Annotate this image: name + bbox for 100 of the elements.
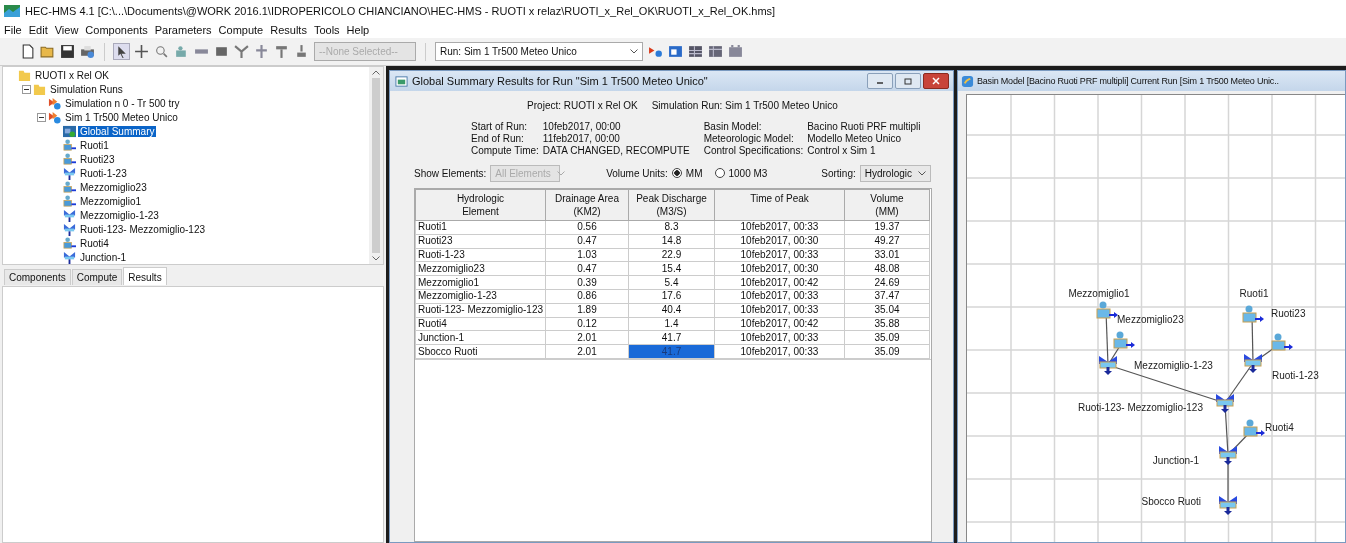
table-cell: 10feb2017, 00:30 (714, 261, 845, 276)
scroll-down-icon[interactable] (372, 256, 380, 261)
tab[interactable]: Compute (71, 269, 123, 285)
subbasin-icon[interactable] (1242, 305, 1264, 323)
tree-item[interactable]: Mezzomiglio23 (78, 181, 149, 193)
radio-label[interactable]: MM (685, 167, 703, 179)
table-cell: 35.09 (844, 330, 930, 345)
tree-item[interactable]: Mezzomiglio1 (78, 195, 144, 207)
info-value: DATA CHANGED, RECOMPUTE (542, 145, 690, 156)
scroll-up-icon[interactable] (372, 70, 380, 75)
tree-item[interactable]: Ruoti-1-23 (78, 167, 129, 179)
menu-item[interactable]: Tools (313, 23, 340, 36)
table-cell: 10feb2017, 00:33 (714, 289, 845, 304)
column-header[interactable]: Volume (MM) (844, 189, 930, 221)
tree-item[interactable]: Global Summary (78, 125, 157, 137)
node-label: Junction-1 (1152, 455, 1199, 466)
menu-item[interactable]: File (4, 23, 22, 36)
column-header[interactable]: Time of Peak (714, 189, 845, 221)
info-value: 11feb2017, 00:00 (542, 133, 621, 144)
tree-item[interactable]: Simulation n 0 - Tr 500 try (63, 97, 182, 109)
tree-item[interactable]: Ruoti-123- Mezzomiglio-123 (78, 223, 208, 235)
radio-label[interactable]: 1000 M3 (728, 167, 768, 179)
table-cell: 1.4 (628, 317, 715, 331)
table-cell: 2.01 (545, 344, 629, 359)
subbasin-icon[interactable] (1096, 301, 1118, 319)
run-dropdown[interactable]: Run: Sim 1 Tr500 Meteo Unico (435, 42, 643, 61)
source-icon[interactable] (274, 44, 289, 59)
menu-item[interactable]: Compute (218, 23, 264, 36)
junction-icon[interactable] (1216, 394, 1234, 413)
info-value: 10feb2017, 00:00 (542, 121, 622, 132)
pointer-icon[interactable] (114, 44, 129, 59)
caret-icon (556, 170, 565, 176)
junction-icon[interactable] (1244, 354, 1262, 373)
sorting-label: Sorting: (821, 167, 856, 179)
tree-item[interactable]: Mezzomiglio-1-23 (78, 209, 161, 221)
tree-item[interactable]: RUOTI x Rel OK (33, 69, 111, 81)
tree-item[interactable]: Ruoti1 (78, 139, 111, 151)
sorting-dropdown[interactable]: Hydrologic (859, 164, 931, 182)
subbasin-icon[interactable] (1243, 419, 1265, 437)
grid-icon[interactable] (728, 44, 743, 59)
table-cell: 10feb2017, 00:33 (714, 303, 845, 318)
column-header[interactable]: Hydrologic Element (415, 189, 546, 221)
subbasin-icon[interactable] (1113, 331, 1135, 349)
diversion-icon[interactable] (254, 44, 269, 59)
menu-item[interactable]: Parameters (154, 23, 212, 36)
table-icon[interactable] (688, 44, 703, 59)
junction-icon (63, 250, 76, 264)
table-cell: Mezzomiglio23 (415, 261, 546, 276)
menu-item[interactable]: Components (85, 23, 148, 36)
show-elements-label: Show Elements: (414, 167, 487, 179)
menu-item[interactable]: Results (270, 23, 307, 36)
node-label: Ruoti4 (1265, 422, 1294, 433)
info-label: Meteorologic Model: (703, 133, 795, 144)
tree-item[interactable]: Simulation Runs (48, 83, 125, 95)
junction-icon[interactable] (1219, 496, 1237, 515)
menu-item[interactable]: Edit (28, 23, 48, 36)
radio-button[interactable] (671, 168, 682, 178)
table-cell: 0.47 (545, 234, 629, 249)
tree-item[interactable]: Sim 1 Tr500 Meteo Unico (63, 111, 180, 123)
column-header[interactable]: Peak Discharge (M3/S) (628, 189, 715, 221)
tree-item[interactable]: Junction-1 (78, 251, 129, 263)
tree-item[interactable]: Ruoti23 (78, 153, 117, 165)
table-cell: 0.47 (545, 261, 629, 276)
save-icon[interactable] (60, 44, 75, 59)
collapse-toggle-icon[interactable] (37, 112, 46, 122)
subbasin-icon[interactable] (1271, 333, 1293, 351)
collapse-toggle-icon[interactable] (22, 84, 31, 94)
tab[interactable]: Results (123, 267, 167, 285)
new-file-icon[interactable] (20, 44, 35, 59)
restore-icon (903, 77, 913, 85)
minimize-button[interactable] (867, 73, 893, 89)
app-icon (4, 4, 20, 17)
table-cell: 14.8 (628, 234, 715, 249)
sink-icon[interactable] (294, 44, 309, 59)
print-icon[interactable] (80, 44, 95, 59)
scrollbar[interactable] (369, 67, 383, 264)
radio-button[interactable] (714, 168, 725, 178)
table-cell: 33.01 (844, 248, 930, 262)
tree-item[interactable]: Ruoti4 (78, 237, 111, 249)
info-label: Start of Run: (471, 121, 529, 132)
close-button[interactable] (923, 73, 949, 89)
column-header[interactable]: Drainage Area (KM2) (545, 189, 629, 221)
junction-icon[interactable] (1219, 446, 1237, 465)
reservoir-icon[interactable] (214, 44, 229, 59)
junction-icon[interactable] (1099, 356, 1117, 375)
move-icon[interactable] (134, 44, 149, 59)
tab[interactable]: Components (4, 269, 71, 285)
open-folder-icon[interactable] (40, 44, 55, 59)
info-value: Modello Meteo Unico (807, 133, 903, 144)
compute-icon[interactable] (648, 44, 663, 59)
info-value: Control x Sim 1 (807, 145, 877, 156)
junction-icon (63, 222, 76, 236)
table-cell: 24.69 (844, 275, 930, 290)
menu-item[interactable]: View (54, 23, 79, 36)
zoom-icon[interactable] (154, 44, 169, 59)
results-icon[interactable] (668, 44, 683, 59)
table-cell: 35.09 (844, 344, 930, 359)
window-title: HEC-HMS 4.1 [C:\...\Documents\@WORK 2016.1\IDROPERICOLO CHIANCIANO\HEC-HMS - RUOTI x relaz\RUOTI_x_Rel_OK\RUOTI_x_Rel_OK.hms] (25, 4, 776, 17)
menu-item[interactable]: Help (346, 23, 370, 36)
table-icon[interactable] (708, 44, 723, 59)
